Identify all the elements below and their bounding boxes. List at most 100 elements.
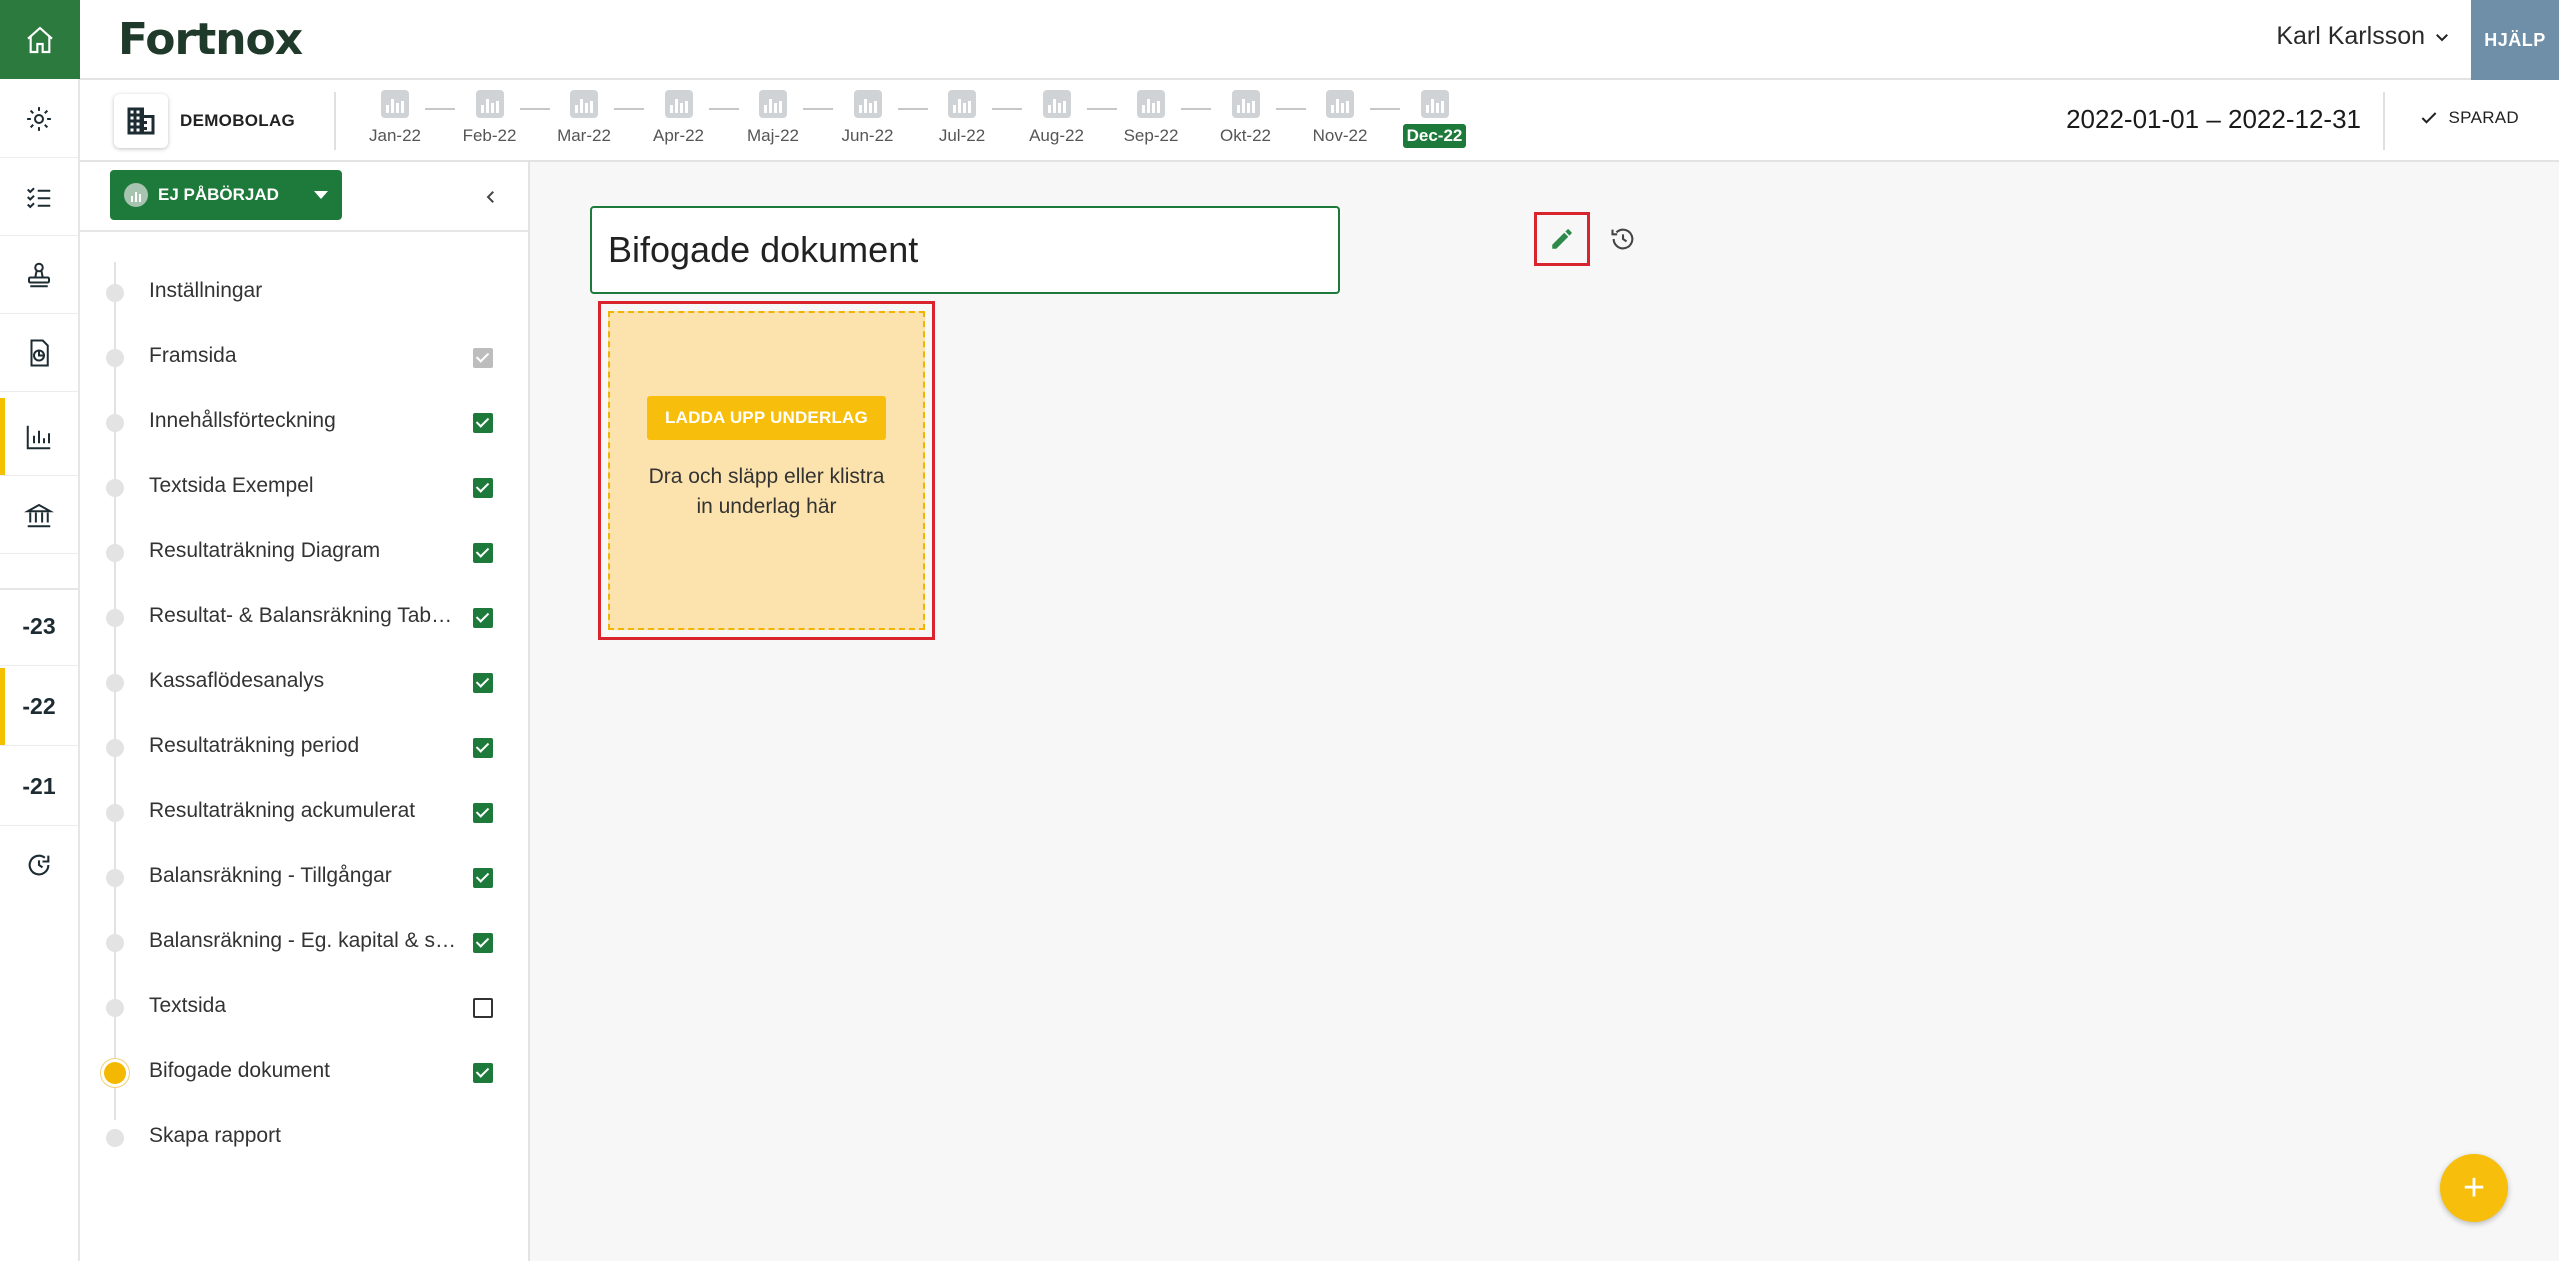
company-building-icon xyxy=(114,94,168,148)
month-connector xyxy=(803,108,833,110)
step-dot xyxy=(106,544,124,562)
check-icon xyxy=(2421,112,2436,124)
stamp-button[interactable] xyxy=(0,236,78,314)
step-checkbox[interactable] xyxy=(473,478,493,498)
step-item[interactable]: Resultat- & Balansräkning Tab… xyxy=(80,586,528,651)
step-label: Innehållsförteckning xyxy=(149,409,336,432)
bar-chart-icon xyxy=(26,425,51,449)
divider xyxy=(334,92,336,150)
month-label: Mar-22 xyxy=(557,126,611,145)
month-item[interactable]: Mar-22 xyxy=(547,90,621,148)
month-chart-icon xyxy=(664,90,693,118)
month-item[interactable]: Nov-22 xyxy=(1303,90,1377,148)
step-item[interactable]: Balansräkning - Tillgångar xyxy=(80,846,528,911)
step-checkbox[interactable] xyxy=(473,803,493,823)
step-label: Resultaträkning Diagram xyxy=(149,539,381,562)
fortnox-logo[interactable]: Fortnox xyxy=(118,14,303,65)
month-item[interactable]: Okt-22 xyxy=(1209,90,1283,148)
month-connector xyxy=(1275,108,1306,110)
step-item[interactable]: Innehållsförteckning xyxy=(80,391,528,456)
settings-button[interactable] xyxy=(0,80,78,158)
checklist-button[interactable] xyxy=(0,158,78,236)
step-label: Skapa rapport xyxy=(149,1124,281,1147)
edit-button[interactable] xyxy=(1534,212,1590,266)
year-item-21[interactable]: -21 xyxy=(0,748,78,826)
upload-button[interactable]: LADDA UPP UNDERLAG xyxy=(647,395,886,440)
step-label: Resultaträkning ackumulerat xyxy=(149,799,416,822)
step-item[interactable]: Inställningar xyxy=(80,261,528,326)
saved-label: SPARAD xyxy=(2448,108,2519,127)
step-checkbox[interactable] xyxy=(473,998,493,1018)
step-checkbox[interactable] xyxy=(473,673,493,693)
document-report-button[interactable] xyxy=(0,314,78,392)
history-icon xyxy=(1611,228,1634,250)
month-chart-icon xyxy=(853,90,882,118)
month-item[interactable]: Apr-22 xyxy=(642,90,716,148)
step-dot xyxy=(106,934,124,952)
step-item[interactable]: Framsida xyxy=(80,326,528,391)
history-rail-button[interactable] xyxy=(0,826,78,904)
month-item[interactable]: Aug-22 xyxy=(1020,90,1094,148)
page-title-input[interactable]: Bifogade dokument xyxy=(590,206,1340,294)
step-item[interactable]: Bifogade dokument xyxy=(80,1041,528,1106)
chart-button[interactable] xyxy=(0,398,78,476)
step-checkbox[interactable] xyxy=(473,608,493,628)
step-checkbox[interactable] xyxy=(473,933,493,953)
step-label: Framsida xyxy=(149,344,237,367)
collapse-panel-button[interactable] xyxy=(482,182,500,213)
saved-status: SPARAD xyxy=(2419,108,2519,128)
step-dot xyxy=(106,414,124,432)
history-button[interactable] xyxy=(1604,220,1642,258)
add-fab-button[interactable]: + xyxy=(2440,1154,2508,1222)
year-item-22[interactable]: -22 xyxy=(0,668,78,746)
month-connector xyxy=(614,108,644,110)
step-checkbox[interactable] xyxy=(473,348,493,368)
month-chart-icon xyxy=(1137,90,1165,118)
step-item[interactable]: Resultaträkning Diagram xyxy=(80,521,528,586)
month-item[interactable]: Jan-22 xyxy=(358,90,432,148)
divider xyxy=(80,230,528,232)
year-item-23[interactable]: -23 xyxy=(0,588,78,666)
month-chart-icon xyxy=(381,90,409,118)
home-icon xyxy=(27,26,53,53)
help-button[interactable]: HJÄLP xyxy=(2471,0,2559,80)
upload-hint: Dra och släpp eller klistra in underlag … xyxy=(648,464,885,518)
step-label: Resultat- & Balansräkning Tab… xyxy=(149,604,453,627)
step-item[interactable]: Textsida xyxy=(80,976,528,1041)
chevron-left-icon xyxy=(486,191,494,203)
step-item[interactable]: Kassaflödesanalys xyxy=(80,651,528,716)
month-item[interactable]: Jun-22 xyxy=(831,90,905,148)
step-label: Bifogade dokument xyxy=(149,1059,330,1082)
step-checkbox[interactable] xyxy=(473,738,493,758)
step-checkbox[interactable] xyxy=(473,543,493,563)
document-chart-icon xyxy=(30,339,49,366)
month-item[interactable]: Jul-22 xyxy=(925,90,999,148)
step-item[interactable]: Skapa rapport xyxy=(80,1106,528,1171)
month-chart-icon xyxy=(1042,90,1071,118)
step-dot xyxy=(106,999,124,1017)
user-menu[interactable]: Karl Karlsson xyxy=(2276,22,2451,51)
step-item[interactable]: Resultaträkning ackumulerat xyxy=(80,781,528,846)
month-item[interactable]: Sep-22 xyxy=(1114,90,1188,148)
month-item[interactable]: Dec-22 xyxy=(1398,90,1472,148)
stamp-icon xyxy=(28,262,50,287)
step-checkbox[interactable] xyxy=(473,413,493,433)
step-dot xyxy=(106,1129,124,1147)
refresh-history-icon xyxy=(28,854,50,876)
step-checkbox[interactable] xyxy=(473,1063,493,1083)
step-item[interactable]: Balansräkning - Eg. kapital & s… xyxy=(80,911,528,976)
upload-dropzone[interactable]: LADDA UPP UNDERLAG Dra och släpp eller k… xyxy=(608,311,925,630)
bank-button[interactable] xyxy=(0,476,78,554)
month-connector xyxy=(1086,108,1117,110)
home-button[interactable] xyxy=(0,0,80,79)
step-item[interactable]: Resultaträkning period xyxy=(80,716,528,781)
month-label: Jun-22 xyxy=(841,126,894,145)
step-label: Kassaflödesanalys xyxy=(149,669,325,692)
month-item[interactable]: Feb-22 xyxy=(453,90,527,148)
month-label: Sep-22 xyxy=(1123,126,1179,145)
step-item[interactable]: Textsida Exempel xyxy=(80,456,528,521)
company-selector[interactable]: DEMOBOLAG xyxy=(114,94,295,148)
step-checkbox[interactable] xyxy=(473,868,493,888)
status-dropdown[interactable]: EJ PÅBÖRJAD xyxy=(110,170,342,220)
month-item[interactable]: Maj-22 xyxy=(736,90,810,148)
